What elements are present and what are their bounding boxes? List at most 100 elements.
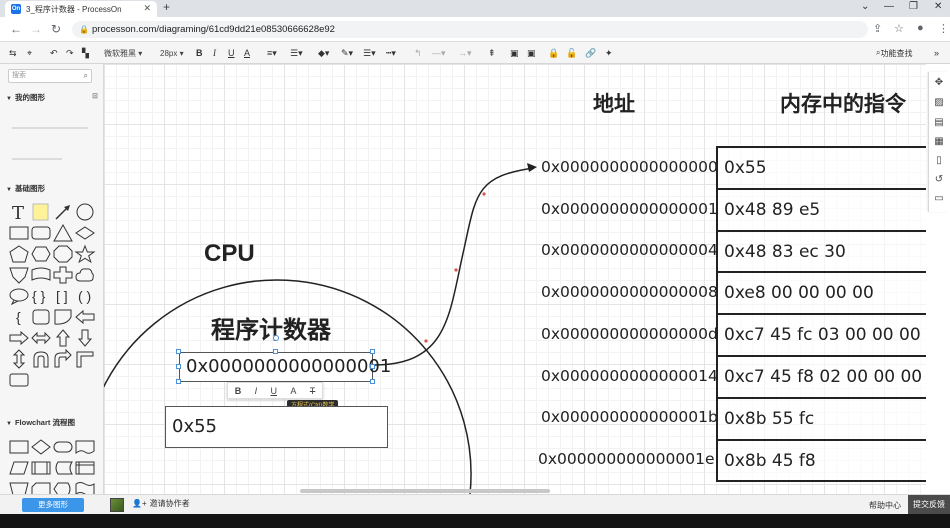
font-family-select[interactable]: 微软雅黑 ▾ (104, 46, 142, 60)
banner-shape-icon[interactable] (30, 264, 52, 285)
inline-underline-button[interactable]: U (270, 386, 277, 396)
resize-handle[interactable] (176, 379, 181, 384)
resize-handle[interactable] (176, 349, 181, 354)
page-settings-icon[interactable]: ▦ (933, 135, 945, 147)
history-icon[interactable]: ↺ (933, 173, 945, 185)
rounded-square-shape-icon[interactable] (30, 306, 52, 327)
paren-shape-icon[interactable]: ( ) (74, 285, 96, 306)
my-shapes-header[interactable]: ▼ 我的图形 ⊡ (6, 92, 98, 103)
cloud-shape-icon[interactable] (74, 264, 96, 285)
line-color-icon[interactable]: ✎▾ (341, 46, 353, 60)
forward-arrow-icon[interactable]: → (30, 22, 42, 36)
rectangle-shape-icon[interactable] (8, 222, 30, 243)
memory-header[interactable]: 内存中的指令 (780, 88, 906, 118)
invite-collaborator-button[interactable]: 👤+ 邀请协作者 (132, 498, 190, 509)
memory-cell[interactable]: 0x8b 45 f8 (718, 440, 926, 483)
memory-cell[interactable]: 0x55 (718, 148, 926, 190)
tab-close-icon[interactable]: ✕ (143, 3, 151, 14)
page-thumbnail[interactable] (110, 498, 124, 512)
down-arrow-shape-icon[interactable] (74, 327, 96, 348)
stored-data-shape-icon[interactable] (52, 457, 74, 478)
pentagon-shape-icon[interactable] (8, 243, 30, 264)
triangle-shape-icon[interactable] (52, 222, 74, 243)
align-icon[interactable]: ≡▾ (267, 46, 277, 60)
lock-shape-icon[interactable]: 🔒 (548, 46, 559, 60)
brace-pair-shape-icon[interactable]: { } (30, 285, 52, 306)
program-counter-value[interactable]: 0x0000000000000001 (179, 352, 391, 382)
resize-handle[interactable] (370, 364, 375, 369)
corner-shape-icon[interactable] (74, 348, 96, 369)
list-icon[interactable]: ☰▾ (290, 46, 303, 60)
bold-button[interactable]: B (196, 46, 203, 60)
font-size-select[interactable]: 28px ▾ (160, 46, 184, 60)
format-painter-icon[interactable]: ⇆ (9, 46, 17, 60)
address-cell[interactable]: 0x0000000000000001 (541, 200, 718, 218)
line-style-icon[interactable]: ┅▾ (386, 46, 396, 60)
feature-search-button[interactable]: ⌕ 功能查找 (876, 46, 912, 60)
share-icon[interactable]: ⇪ (873, 22, 882, 35)
resize-handle[interactable] (370, 349, 375, 354)
address-cell[interactable]: 0x0000000000000008 (541, 283, 718, 301)
address-header[interactable]: 地址 (593, 88, 635, 118)
address-cell[interactable]: 0x000000000000001b (541, 408, 718, 426)
speech-bubble-shape-icon[interactable] (8, 285, 30, 306)
italic-button[interactable]: I (213, 46, 216, 60)
horizontal-scrollbar[interactable] (300, 489, 550, 493)
memory-cell[interactable]: 0xc7 45 f8 02 00 00 00 (718, 356, 926, 399)
file-icon[interactable]: ▯ (933, 154, 945, 166)
browser-menu-icon[interactable]: ⋮ (938, 22, 949, 35)
address-cell[interactable]: 0x0000000000000000 (541, 158, 718, 176)
diamond-shape-icon[interactable] (74, 222, 96, 243)
left-arrow-shape-icon[interactable] (74, 306, 96, 327)
arrow-line-shape-icon[interactable] (52, 201, 74, 222)
small-rect-shape-icon[interactable] (8, 369, 30, 390)
start-arrow-icon[interactable]: —▾ (432, 46, 446, 60)
double-arrow-shape-icon[interactable] (30, 327, 52, 348)
shape-search-input[interactable]: 搜索 ⌕ (8, 69, 92, 83)
address-cell[interactable]: 0x0000000000000014 (541, 367, 718, 385)
more-shapes-button-overlay[interactable]: 更多图形 (22, 498, 84, 512)
bring-front-icon[interactable]: ▣ (510, 46, 519, 60)
cross-shape-icon[interactable] (52, 264, 74, 285)
back-arrow-icon[interactable]: ← (10, 22, 22, 36)
u-turn-arrow-shape-icon[interactable] (30, 348, 52, 369)
terminator-shape-icon[interactable] (52, 436, 74, 457)
hexagon-shape-icon[interactable] (30, 243, 52, 264)
bracket-shape-icon[interactable]: [ ] (52, 285, 74, 306)
end-arrow-icon[interactable]: →▾ (458, 46, 472, 60)
new-tab-button[interactable]: + (163, 0, 170, 14)
memory-cell[interactable]: 0x48 83 ec 30 (718, 231, 926, 274)
comment-icon[interactable]: ▭ (933, 192, 945, 204)
clear-format-icon[interactable]: ⌖ (27, 46, 32, 60)
profile-icon[interactable]: ● (917, 22, 924, 34)
bookmark-star-icon[interactable]: ☆ (894, 22, 904, 35)
circle-shape-icon[interactable] (74, 201, 96, 222)
my-shape-thumbnail[interactable] (12, 127, 88, 129)
style-panel-icon[interactable]: ▨ (933, 96, 945, 108)
memory-cell[interactable]: 0xc7 45 fc 03 00 00 00 (718, 315, 926, 357)
inline-font-color-button[interactable]: A (290, 386, 296, 396)
paint-brush-icon[interactable]: ▚ (82, 46, 89, 60)
updown-arrow-shape-icon[interactable] (8, 348, 30, 369)
inline-bold-button[interactable]: B (235, 386, 242, 396)
navigator-icon[interactable]: ✥ (933, 76, 945, 88)
magic-wand-icon[interactable]: ✦ (605, 46, 613, 60)
redo-icon[interactable]: ↷ (66, 46, 74, 60)
curved-arrow-shape-icon[interactable] (52, 348, 74, 369)
resize-handle[interactable] (176, 364, 181, 369)
link-icon[interactable]: 🔗 (585, 46, 596, 60)
manage-shapes-icon[interactable]: ⊡ (92, 92, 98, 100)
diagram-canvas[interactable]: CPU 程序计数器 0x0000000000000001 B I U A T 方… (104, 64, 926, 494)
unlock-shape-icon[interactable]: 🔓 (566, 46, 577, 60)
flowchart-header[interactable]: ▼ Flowchart 流程图 (6, 417, 75, 428)
reload-icon[interactable]: ↻ (51, 22, 61, 36)
shape-props-icon[interactable]: ▤ (933, 116, 945, 128)
minimize-button[interactable]: — (884, 1, 894, 12)
font-color-button[interactable]: A (244, 46, 250, 60)
predefined-process-shape-icon[interactable] (30, 457, 52, 478)
program-counter-label[interactable]: 程序计数器 (211, 310, 331, 345)
memory-cell[interactable]: 0x8b 55 fc (718, 398, 926, 441)
search-icon[interactable]: ⌕ (84, 70, 88, 82)
browser-tab[interactable]: On 3_程序计数器 - ProcessOn ✕ (5, 1, 157, 17)
inline-italic-button[interactable]: I (255, 386, 258, 396)
